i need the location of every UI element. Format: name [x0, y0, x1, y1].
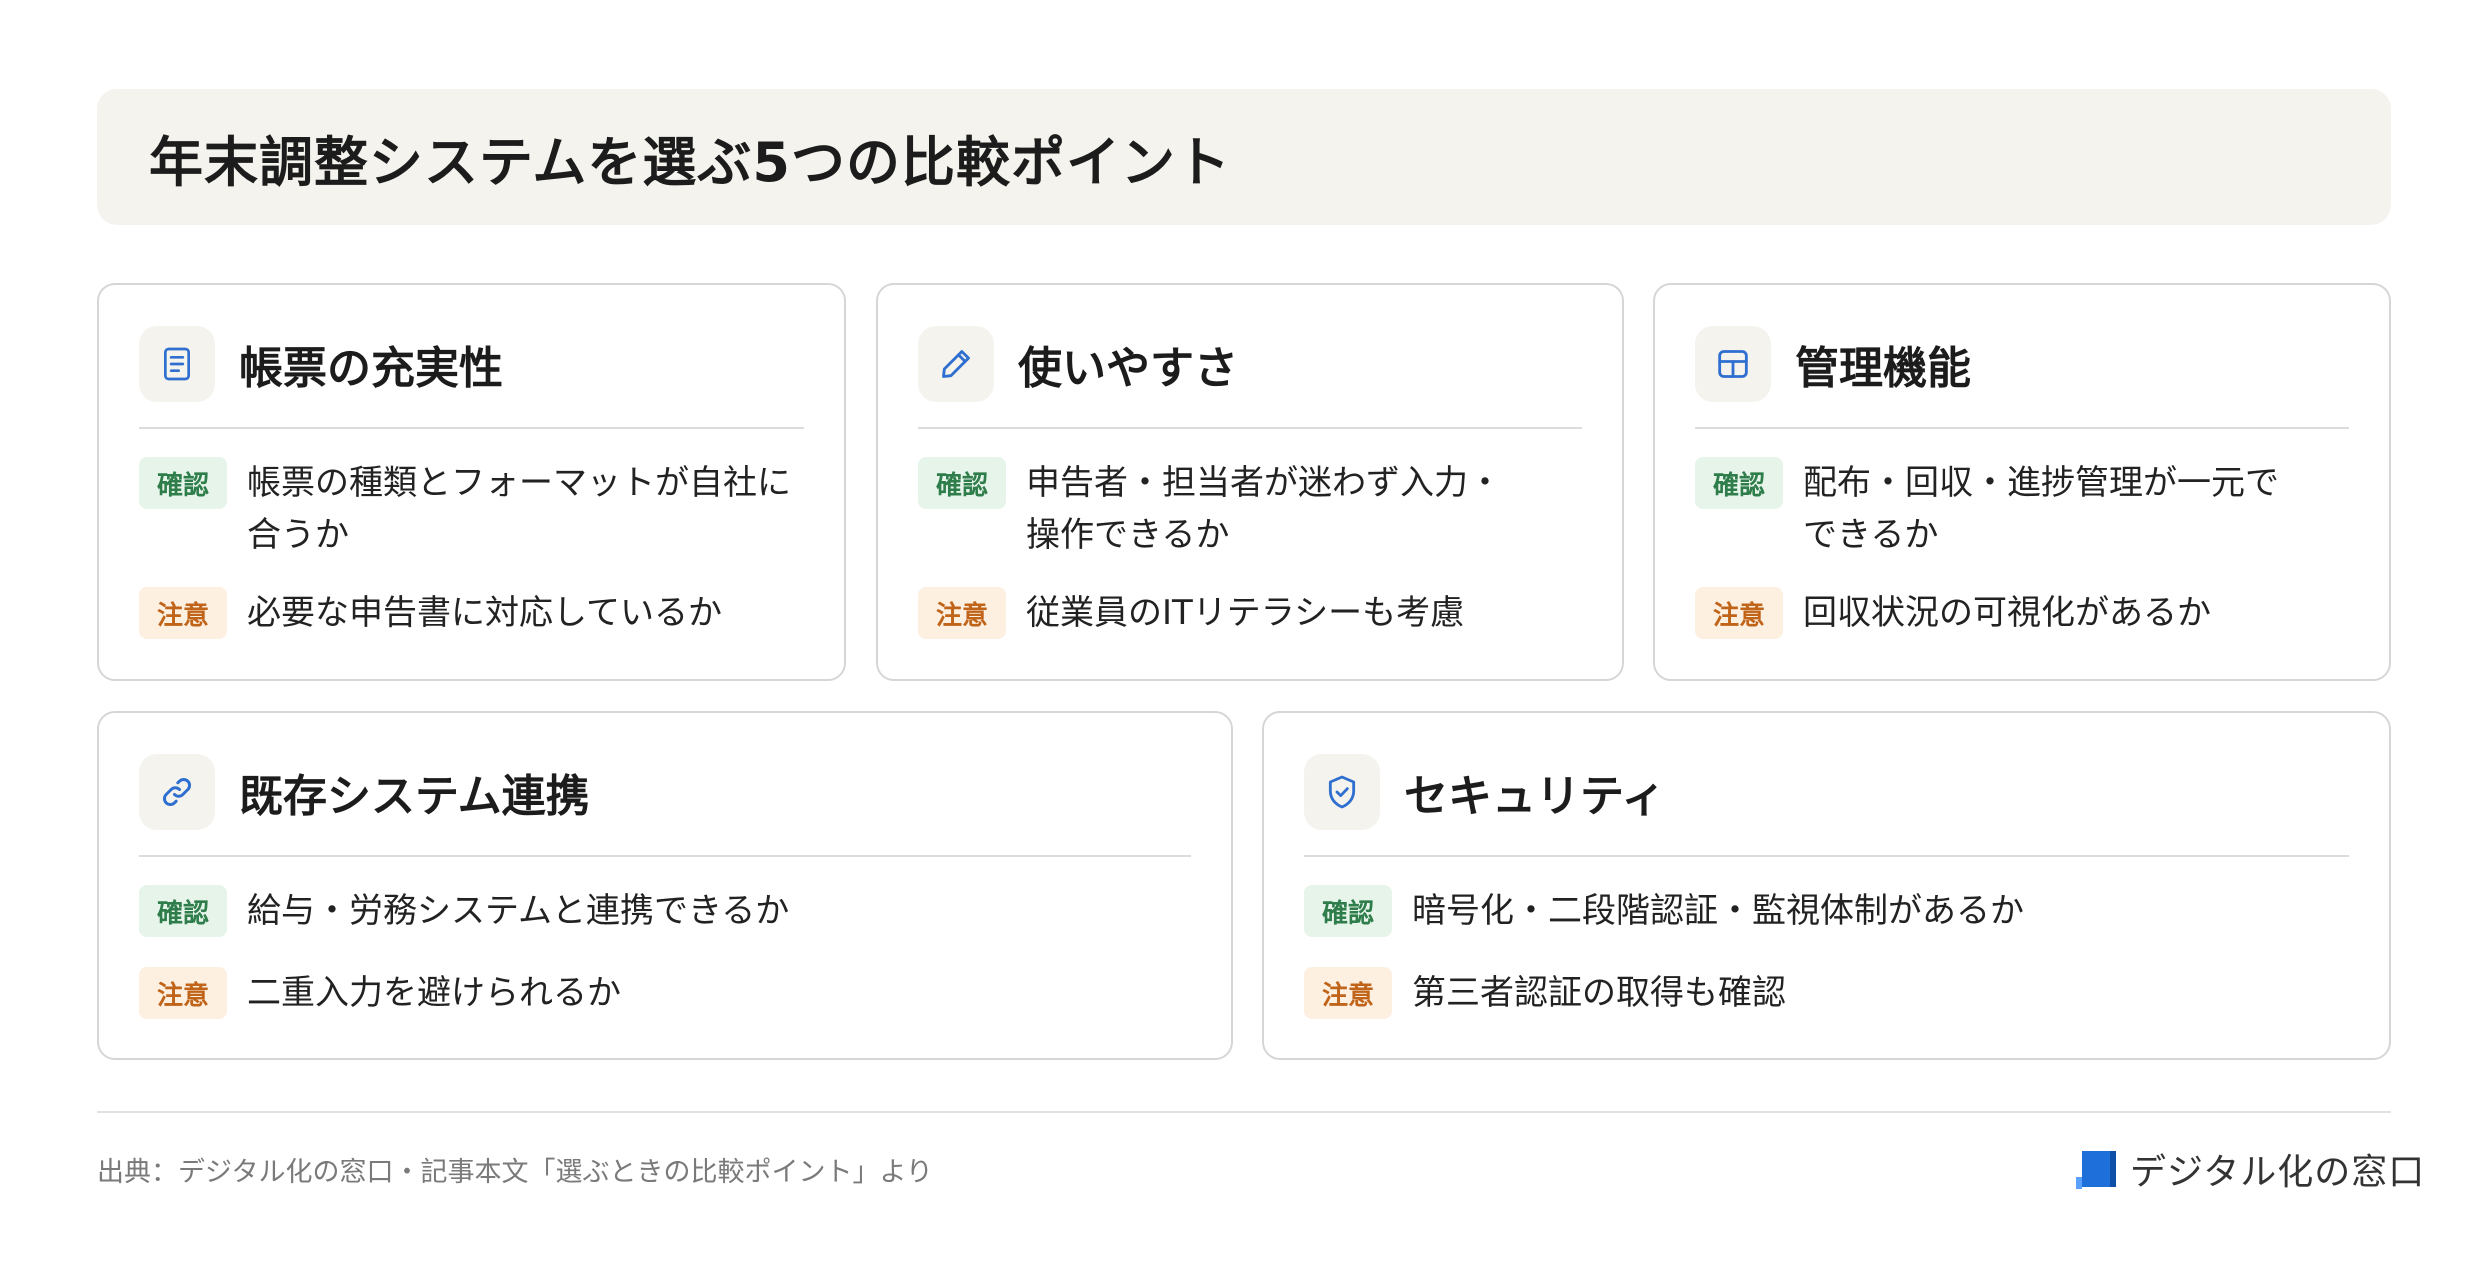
divider	[139, 427, 804, 429]
note-badge: 注意	[1695, 587, 1783, 639]
check-text: 帳票の種類とフォーマットが自社に 合うか	[247, 457, 791, 561]
note-text: 二重入力を避けられるか	[247, 973, 621, 1013]
card-title: セキュリティ	[1404, 771, 1666, 822]
check-line: できるか	[1803, 515, 1939, 555]
note-badge: 注意	[139, 967, 227, 1019]
check-badge: 確認	[918, 457, 1006, 509]
check-line: 暗号化・二段階認証・監視体制があるか	[1412, 891, 2024, 931]
card-header: 既存システム連携	[139, 753, 1191, 831]
divider	[139, 855, 1191, 857]
page-title: 年末調整システムを選ぶ5つの比較ポイント	[149, 130, 1231, 194]
check-line: 合うか	[247, 515, 349, 555]
note-row: 注意 第三者認証の取得も確認	[1304, 967, 2349, 1019]
pencil-icon	[918, 326, 994, 402]
note-text: 回収状況の可視化があるか	[1803, 593, 2211, 633]
card-title: 既存システム連携	[239, 771, 590, 822]
card-forms: 帳票の充実性 確認 帳票の種類とフォーマットが自社に 合うか 注意 必要な申告書…	[97, 283, 846, 681]
note-row: 注意 従業員のITリテラシーも考慮	[918, 587, 1582, 639]
check-row: 確認 給与・労務システムと連携できるか	[139, 885, 1191, 937]
check-text: 配布・回収・進捗管理が一元で できるか	[1803, 457, 2279, 561]
card-header: 使いやすさ	[918, 325, 1582, 403]
check-badge: 確認	[1304, 885, 1392, 937]
note-row: 注意 必要な申告書に対応しているか	[139, 587, 804, 639]
divider	[1304, 855, 2349, 857]
shield-check-icon	[1304, 754, 1380, 830]
check-badge: 確認	[1695, 457, 1783, 509]
note-text: 必要な申告書に対応しているか	[247, 593, 722, 633]
check-row: 確認 暗号化・二段階認証・監視体制があるか	[1304, 885, 2349, 937]
card-title: 帳票の充実性	[239, 343, 503, 394]
card-management: 管理機能 確認 配布・回収・進捗管理が一元で できるか 注意 回収状況の可視化が…	[1653, 283, 2391, 681]
note-text: 従業員のITリテラシーも考慮	[1026, 593, 1465, 633]
check-line: 申告者・担当者が迷わず入力・	[1026, 463, 1502, 503]
check-row: 確認 申告者・担当者が迷わず入力・ 操作できるか	[918, 457, 1582, 561]
note-badge: 注意	[139, 587, 227, 639]
source-caption: 出典：デジタル化の窓口・記事本文「選ぶときの比較ポイント」より	[97, 1157, 933, 1188]
card-security: セキュリティ 確認 暗号化・二段階認証・監視体制があるか 注意 第三者認証の取得…	[1262, 711, 2391, 1060]
document-icon	[139, 326, 215, 402]
layout-grid-icon	[1695, 326, 1771, 402]
card-header: 帳票の充実性	[139, 325, 804, 403]
note-badge: 注意	[1304, 967, 1392, 1019]
check-badge: 確認	[139, 885, 227, 937]
brand-logo: デジタル化の窓口	[2076, 1143, 2425, 1195]
check-text: 申告者・担当者が迷わず入力・ 操作できるか	[1026, 457, 1502, 561]
note-badge: 注意	[918, 587, 1006, 639]
check-badge: 確認	[139, 457, 227, 509]
check-line: 給与・労務システムと連携できるか	[247, 891, 790, 931]
divider	[1695, 427, 2349, 429]
note-row: 注意 回収状況の可視化があるか	[1695, 587, 2349, 639]
brand-name: デジタル化の窓口	[2130, 1152, 2426, 1193]
card-title: 管理機能	[1795, 343, 1971, 394]
check-line: 帳票の種類とフォーマットが自社に	[247, 463, 791, 503]
check-text: 給与・労務システムと連携できるか	[247, 885, 789, 937]
note-row: 注意 二重入力を避けられるか	[139, 967, 1191, 1019]
card-integration: 既存システム連携 確認 給与・労務システムと連携できるか 注意 二重入力を避けら…	[97, 711, 1233, 1060]
footer-divider	[97, 1111, 2391, 1113]
window-logo-icon	[2076, 1151, 2116, 1189]
check-text: 暗号化・二段階認証・監視体制があるか	[1412, 885, 2024, 937]
divider	[918, 427, 1582, 429]
note-text: 第三者認証の取得も確認	[1412, 973, 1786, 1013]
link-icon	[139, 754, 215, 830]
check-line: 操作できるか	[1026, 515, 1230, 555]
card-title: 使いやすさ	[1018, 343, 1238, 394]
check-row: 確認 配布・回収・進捗管理が一元で できるか	[1695, 457, 2349, 561]
check-row: 確認 帳票の種類とフォーマットが自社に 合うか	[139, 457, 804, 561]
title-banner: 年末調整システムを選ぶ5つの比較ポイント	[97, 89, 2391, 225]
card-header: 管理機能	[1695, 325, 2349, 403]
card-usability: 使いやすさ 確認 申告者・担当者が迷わず入力・ 操作できるか 注意 従業員のIT…	[876, 283, 1624, 681]
check-line: 配布・回収・進捗管理が一元で	[1803, 463, 2279, 503]
card-header: セキュリティ	[1304, 753, 2349, 831]
